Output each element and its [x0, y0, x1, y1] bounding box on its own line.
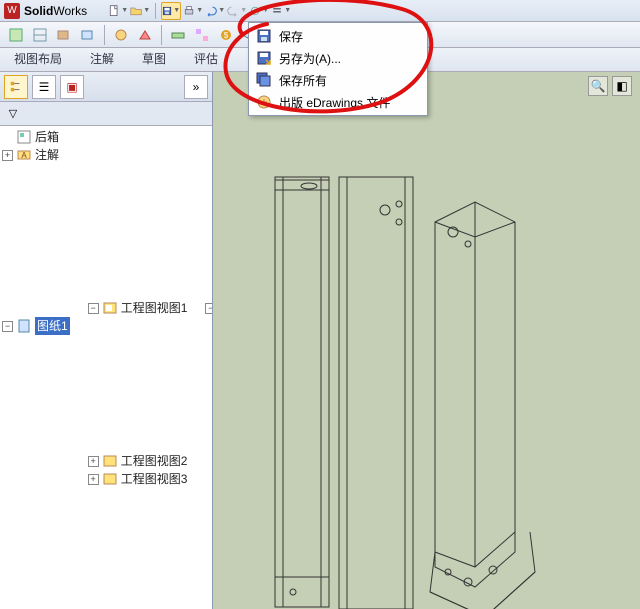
panel-tab-feature-tree[interactable]: [4, 75, 28, 99]
panel-tab-2[interactable]: ☰: [32, 75, 56, 99]
expand-toggle[interactable]: +: [88, 474, 99, 485]
tab-annotation[interactable]: 注解: [76, 46, 128, 71]
tool-8[interactable]: [191, 24, 213, 46]
tool-3[interactable]: [53, 24, 75, 46]
save-all-icon: [255, 71, 273, 89]
tool-1[interactable]: [5, 24, 27, 46]
menu-save-all[interactable]: 保存所有: [251, 69, 425, 91]
save-icon: [255, 27, 273, 45]
open-doc-button[interactable]: ▼: [130, 2, 150, 20]
panel-mini-toolbar: ▽: [0, 102, 212, 126]
feature-manager-panel: ☰ ▣ » ▽ 后箱 +A注解 −图纸1 −工程图视图1 −后箱<2>: [0, 72, 213, 609]
save-dropdown-menu: 保存 另存为(A)... 保存所有 出版 eDrawings 文件: [248, 22, 428, 116]
rebuild-button[interactable]: ▼: [249, 2, 269, 20]
drawing-content: [213, 72, 640, 609]
filter-icon[interactable]: ▽: [4, 105, 22, 123]
tool-5[interactable]: [110, 24, 132, 46]
tool-6[interactable]: [134, 24, 156, 46]
app-logo-icon: W: [4, 3, 20, 19]
view-icon: [102, 454, 118, 468]
svg-text:$: $: [224, 31, 229, 40]
expand-toggle[interactable]: −: [88, 303, 99, 314]
drawing-viewport[interactable]: 🔍 ◧: [213, 72, 640, 609]
panel-tab-bar: ☰ ▣ »: [0, 72, 212, 102]
options-button[interactable]: ▼: [271, 2, 291, 20]
app-title: SolidWorks: [24, 4, 87, 18]
sheet-icon: [16, 319, 32, 333]
title-bar: W SolidWorks ▼ ▼ ▼ ▼ ▼ ▼ ▼ ▼: [0, 0, 640, 22]
tool-2[interactable]: [29, 24, 51, 46]
new-doc-button[interactable]: ▼: [108, 2, 128, 20]
tool-4[interactable]: [77, 24, 99, 46]
menu-save-as[interactable]: 另存为(A)...: [251, 47, 425, 69]
save-as-icon: [255, 49, 273, 67]
menu-save[interactable]: 保存: [251, 25, 425, 47]
tab-sketch[interactable]: 草图: [128, 46, 180, 71]
panel-chevron-right[interactable]: »: [184, 75, 208, 99]
expand-toggle[interactable]: −: [205, 303, 212, 314]
edrawings-icon: [255, 93, 273, 111]
print-button[interactable]: ▼: [183, 2, 203, 20]
annotation-icon: A: [16, 148, 32, 162]
expand-toggle[interactable]: +: [2, 150, 13, 161]
menu-publish-edrawings[interactable]: 出版 eDrawings 文件: [251, 91, 425, 113]
view-icon: [102, 301, 118, 315]
tool-9[interactable]: $: [215, 24, 237, 46]
expand-toggle[interactable]: −: [2, 321, 13, 332]
tool-7[interactable]: [167, 24, 189, 46]
tab-evaluate[interactable]: 评估: [180, 46, 232, 71]
panel-tab-3[interactable]: ▣: [60, 75, 84, 99]
expand-toggle[interactable]: +: [88, 456, 99, 467]
undo-button[interactable]: ▼: [205, 2, 225, 20]
drawing-icon: [16, 130, 32, 144]
view-icon: [102, 472, 118, 486]
redo-button[interactable]: ▼: [227, 2, 247, 20]
svg-text:A: A: [21, 151, 27, 160]
save-button[interactable]: ▼: [161, 2, 181, 20]
feature-tree[interactable]: 后箱 +A注解 −图纸1 −工程图视图1 −后箱<2> +传感器 +A注解 前视…: [0, 126, 212, 609]
tab-view-layout[interactable]: 视图布局: [0, 46, 76, 71]
